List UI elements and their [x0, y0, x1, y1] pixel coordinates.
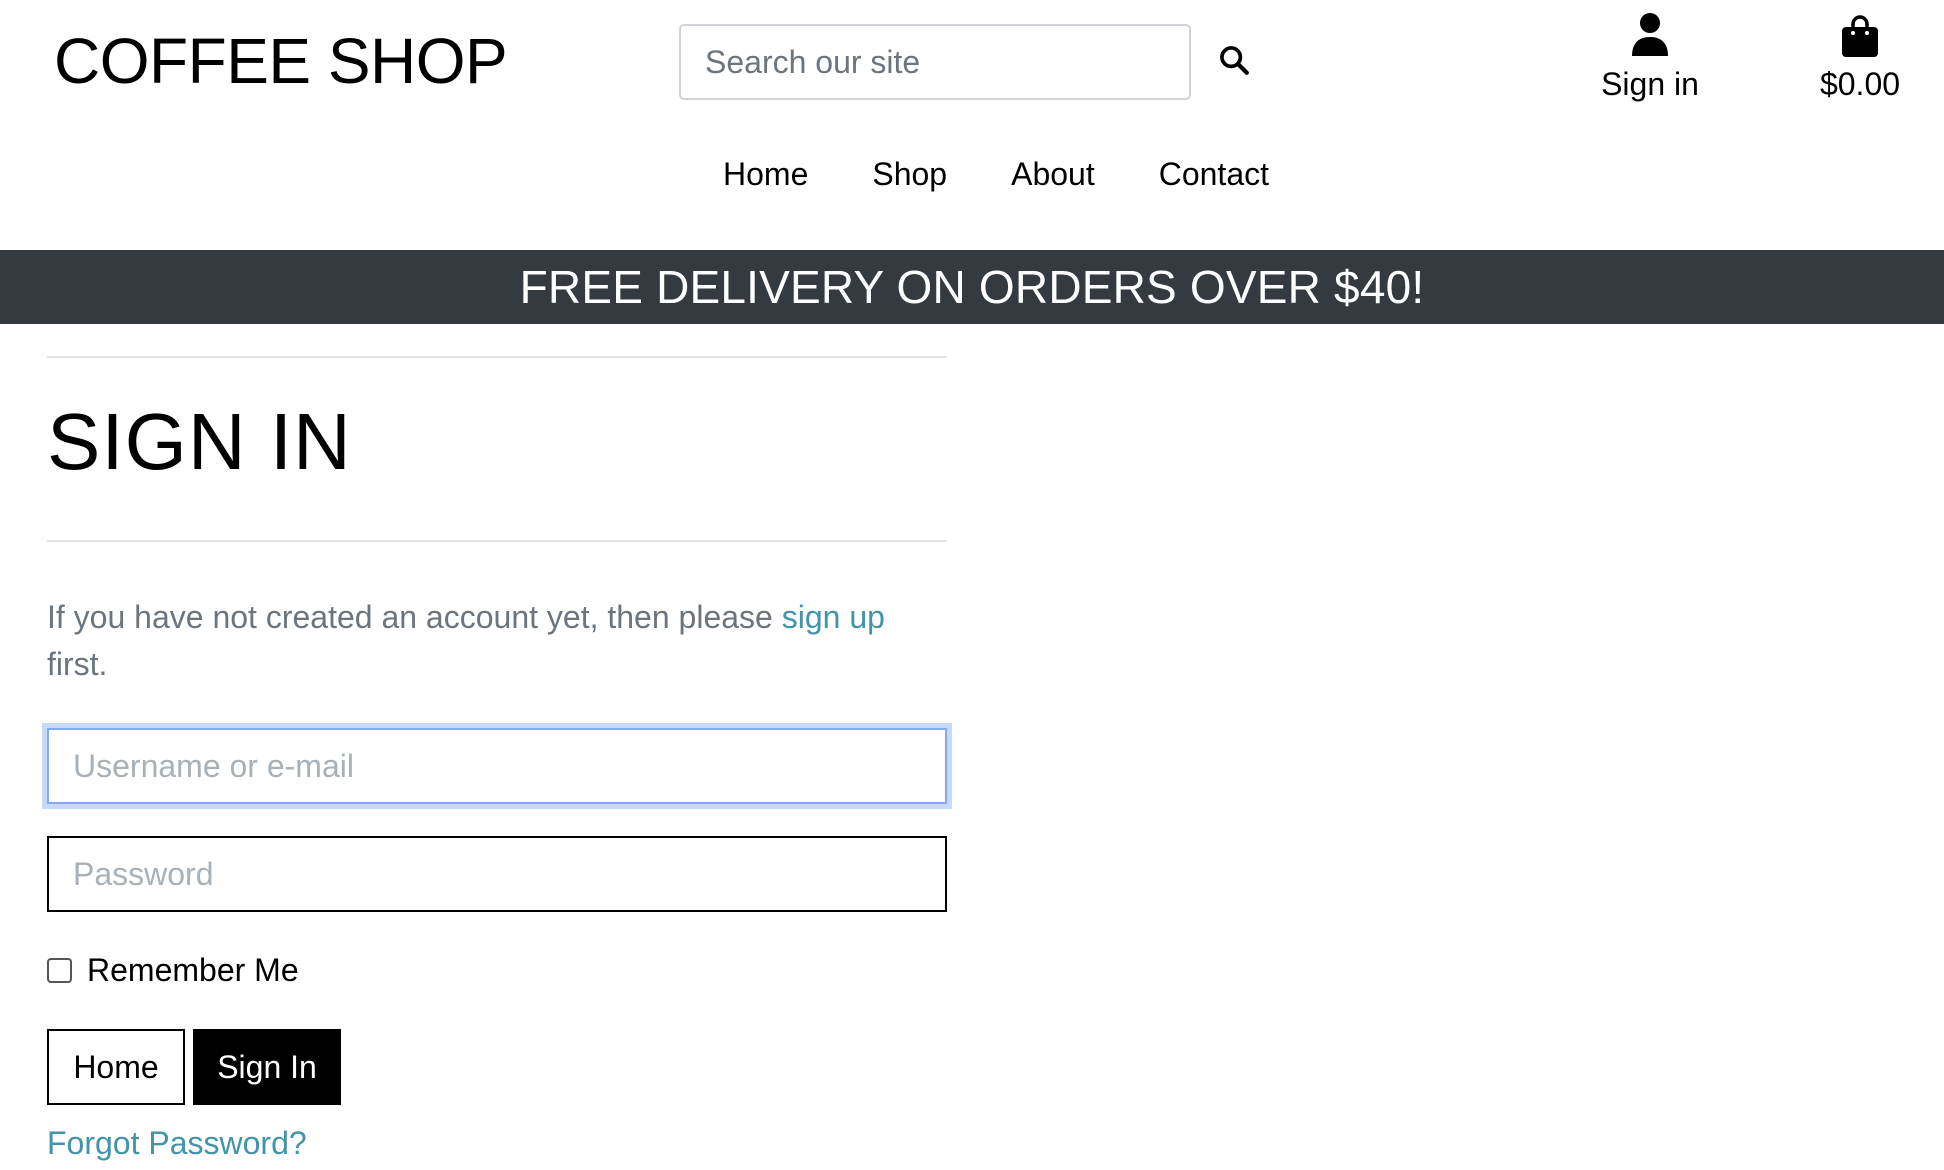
divider-top: [47, 356, 947, 358]
delivery-banner: FREE DELIVERY ON ORDERS OVER $40!: [0, 250, 1944, 324]
page-title: SIGN IN: [47, 397, 352, 486]
form-actions: Home Sign In: [47, 1029, 947, 1105]
search-button[interactable]: [1212, 38, 1256, 82]
account-label: Sign in: [1601, 66, 1699, 102]
nav-home[interactable]: Home: [691, 150, 840, 199]
divider-bottom: [47, 540, 947, 542]
remember-me-label[interactable]: Remember Me: [87, 952, 299, 989]
search-input[interactable]: [681, 26, 1189, 98]
delivery-banner-text: FREE DELIVERY ON ORDERS OVER $40!: [519, 261, 1425, 313]
nav-about[interactable]: About: [979, 150, 1127, 199]
password-field[interactable]: [47, 836, 947, 912]
bag-total: $0.00: [1819, 66, 1901, 102]
shopping-bag-link[interactable]: $0.00: [1800, 14, 1920, 103]
signup-prompt: If you have not created an account yet, …: [47, 594, 927, 688]
search-box: [679, 24, 1191, 100]
forgot-password-link[interactable]: Forgot Password?: [47, 1125, 307, 1162]
signin-form: Remember Me Home Sign In Forgot Password…: [47, 728, 947, 1162]
remember-me-checkbox[interactable]: [47, 958, 72, 983]
main-nav: Home Shop About Contact: [0, 150, 1944, 199]
nav-contact[interactable]: Contact: [1127, 150, 1301, 199]
signup-prompt-text: If you have not created an account yet, …: [47, 599, 782, 635]
shopping-bag-icon: [1842, 15, 1878, 57]
site-logo[interactable]: COFFEE SHOP: [54, 24, 508, 98]
signup-prompt-end: first.: [47, 646, 108, 682]
username-field[interactable]: [47, 728, 947, 804]
signin-section: SIGN IN If you have not created an accou…: [47, 356, 947, 1162]
signin-button[interactable]: Sign In: [193, 1029, 341, 1105]
account-link[interactable]: Sign in: [1590, 12, 1710, 103]
user-icon: [1632, 13, 1668, 56]
remember-me: Remember Me: [47, 952, 947, 989]
nav-shop[interactable]: Shop: [840, 150, 979, 199]
signup-link[interactable]: sign up: [782, 599, 885, 635]
search-icon: [1220, 46, 1249, 75]
home-button[interactable]: Home: [47, 1029, 185, 1105]
